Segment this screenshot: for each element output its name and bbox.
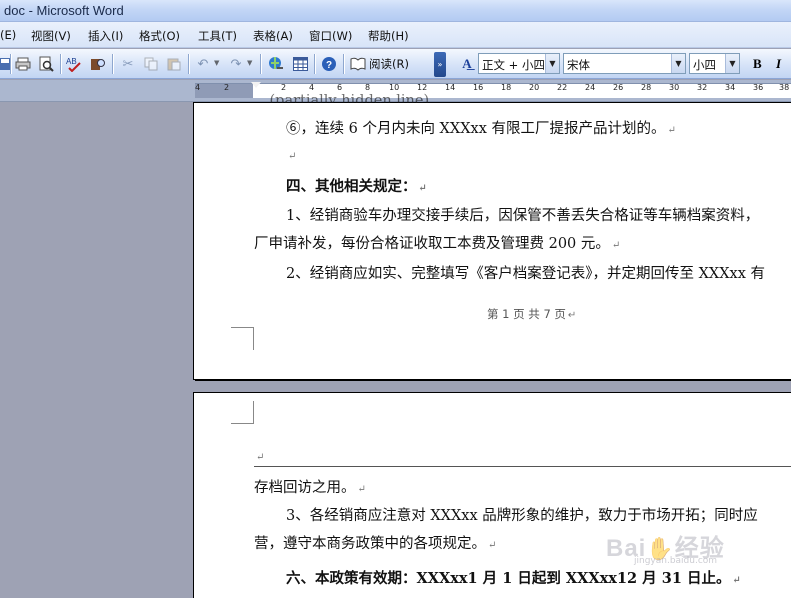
header-separator-line bbox=[254, 466, 791, 467]
ruler-tick: 34 bbox=[725, 83, 736, 92]
menu-bar: (E) 视图(V) 插入(I) 格式(O) 工具(T) 表格(A) 窗口(W) … bbox=[0, 22, 791, 48]
redo-dropdown-icon[interactable]: ▼ bbox=[247, 59, 252, 67]
baidu-watermark-url: jingyan.baidu.com bbox=[634, 556, 718, 566]
ruler-tick: 12 bbox=[417, 83, 428, 92]
section-heading[interactable]: 六、本政策有效期：XXXxx1 月 1 日起到 XXXxx12 月 31 日止。… bbox=[286, 567, 741, 588]
print-preview-icon[interactable] bbox=[37, 55, 55, 73]
ruler-tick: 26 bbox=[613, 83, 624, 92]
document-line[interactable]: ⑥，连续 6 个月内未向 XXXxx 有限工厂提报产品计划的。 ↵ bbox=[286, 117, 676, 138]
ruler-tick: 16 bbox=[473, 83, 484, 92]
ruler-tick: 2 bbox=[281, 83, 287, 92]
bold-button[interactable]: B bbox=[753, 56, 762, 72]
menu-view[interactable]: 视图(V) bbox=[31, 28, 71, 44]
toolbar-options-chevron-icon[interactable]: » bbox=[434, 52, 446, 77]
ruler-tick: 2 bbox=[224, 83, 230, 92]
style-combo[interactable]: 正文 + 小四 ▼ bbox=[478, 53, 560, 74]
ruler-tick: 30 bbox=[669, 83, 680, 92]
menu-window[interactable]: 窗口(W) bbox=[309, 28, 352, 44]
size-combo-value: 小四 bbox=[693, 58, 716, 72]
ruler-tick: 4 bbox=[309, 83, 315, 92]
menu-table[interactable]: 表格(A) bbox=[253, 28, 293, 44]
ruler-tick: 4 bbox=[195, 83, 201, 92]
header-paragraph-mark[interactable]: ↵ bbox=[254, 448, 264, 464]
document-background bbox=[0, 102, 193, 598]
svg-text:AB: AB bbox=[66, 57, 77, 66]
menu-tools[interactable]: 工具(T) bbox=[198, 28, 237, 44]
ruler-tick: 24 bbox=[585, 83, 596, 92]
undo-dropdown-icon[interactable]: ▼ bbox=[214, 59, 219, 67]
document-line[interactable]: 1、经销商验车办理交接手续后，因保管不善丢失合格证等车辆档案资料， bbox=[286, 204, 759, 225]
title-bar: doc - Microsoft Word bbox=[0, 0, 791, 22]
empty-paragraph-mark[interactable]: ↵ bbox=[286, 147, 296, 163]
menu-help[interactable]: 帮助(H) bbox=[368, 28, 409, 44]
first-line-indent-marker[interactable] bbox=[251, 82, 261, 88]
font-combo-value: 宋体 bbox=[567, 58, 590, 72]
document-line[interactable]: 营，遵守本商务政策中的各项规定。 ↵ bbox=[254, 532, 496, 553]
chevron-down-icon[interactable]: ▼ bbox=[545, 54, 559, 73]
styles-icon[interactable]: A͟ bbox=[458, 55, 476, 73]
partial-text-line: …(partially hidden line)… bbox=[255, 93, 444, 103]
menu-edit[interactable]: (E) bbox=[0, 28, 16, 42]
margin-corner-mark bbox=[231, 327, 254, 350]
window-title: doc - Microsoft Word bbox=[4, 3, 124, 18]
chevron-down-icon[interactable]: ▼ bbox=[725, 54, 739, 73]
size-combo[interactable]: 小四 ▼ bbox=[689, 53, 740, 74]
page-footer: 第 1 页 共 7 页 ↵ bbox=[487, 307, 577, 321]
document-line[interactable]: 3、各经销商应注意对 XXXxx 品牌形象的维护，致力于市场开拓；同时应 bbox=[286, 504, 758, 525]
ruler-tick: 6 bbox=[337, 83, 343, 92]
document-line[interactable]: 存档回访之用。 ↵ bbox=[254, 476, 366, 497]
ruler-tick: 38 bbox=[779, 83, 790, 92]
italic-button[interactable]: I bbox=[776, 56, 781, 72]
ruler-tick: 32 bbox=[697, 83, 708, 92]
font-combo[interactable]: 宋体 ▼ bbox=[563, 53, 686, 74]
ruler-tick: 20 bbox=[529, 83, 540, 92]
menu-insert[interactable]: 插入(I) bbox=[88, 28, 123, 44]
menu-format[interactable]: 格式(O) bbox=[139, 28, 180, 44]
table-icon[interactable] bbox=[291, 55, 309, 73]
style-combo-value: 正文 + 小四 bbox=[482, 58, 545, 72]
cut-icon[interactable]: ✂ bbox=[119, 55, 137, 73]
research-icon[interactable] bbox=[89, 55, 107, 73]
section-heading[interactable]: 四、其他相关规定： ↵ bbox=[286, 175, 427, 196]
page-gap bbox=[193, 381, 791, 392]
save-icon[interactable] bbox=[0, 55, 14, 73]
ruler-tick: 10 bbox=[389, 83, 400, 92]
document-line[interactable]: 2、经销商应如实、完整填写《客户档案登记表》，并定期回传至 XXXxx 有 bbox=[286, 262, 765, 283]
margin-corner-mark bbox=[231, 401, 254, 424]
chevron-down-icon[interactable]: ▼ bbox=[671, 54, 685, 73]
print-icon[interactable] bbox=[14, 55, 32, 73]
spelling-icon[interactable]: AB bbox=[65, 55, 83, 73]
ruler-tick: 14 bbox=[445, 83, 456, 92]
document-line[interactable]: 厂申请补发，每份合格证收取工本费及管理费 200 元。 ↵ bbox=[254, 232, 620, 253]
ruler-tick: 8 bbox=[365, 83, 371, 92]
redo-icon[interactable]: ↷ bbox=[227, 55, 245, 73]
ruler-tick: 28 bbox=[641, 83, 652, 92]
ruler-tick: 36 bbox=[753, 83, 764, 92]
undo-icon[interactable]: ↶ bbox=[194, 55, 212, 73]
help-icon[interactable]: ? bbox=[320, 55, 338, 73]
ruler-tick: 22 bbox=[557, 83, 568, 92]
ruler-tick: 18 bbox=[501, 83, 512, 92]
paste-icon[interactable] bbox=[165, 55, 183, 73]
copy-icon[interactable] bbox=[142, 55, 160, 73]
svg-text:?: ? bbox=[326, 60, 332, 71]
hyperlink-icon[interactable] bbox=[267, 55, 285, 73]
read-button-label[interactable]: 阅读(R) bbox=[369, 56, 409, 72]
read-icon[interactable] bbox=[349, 55, 367, 73]
